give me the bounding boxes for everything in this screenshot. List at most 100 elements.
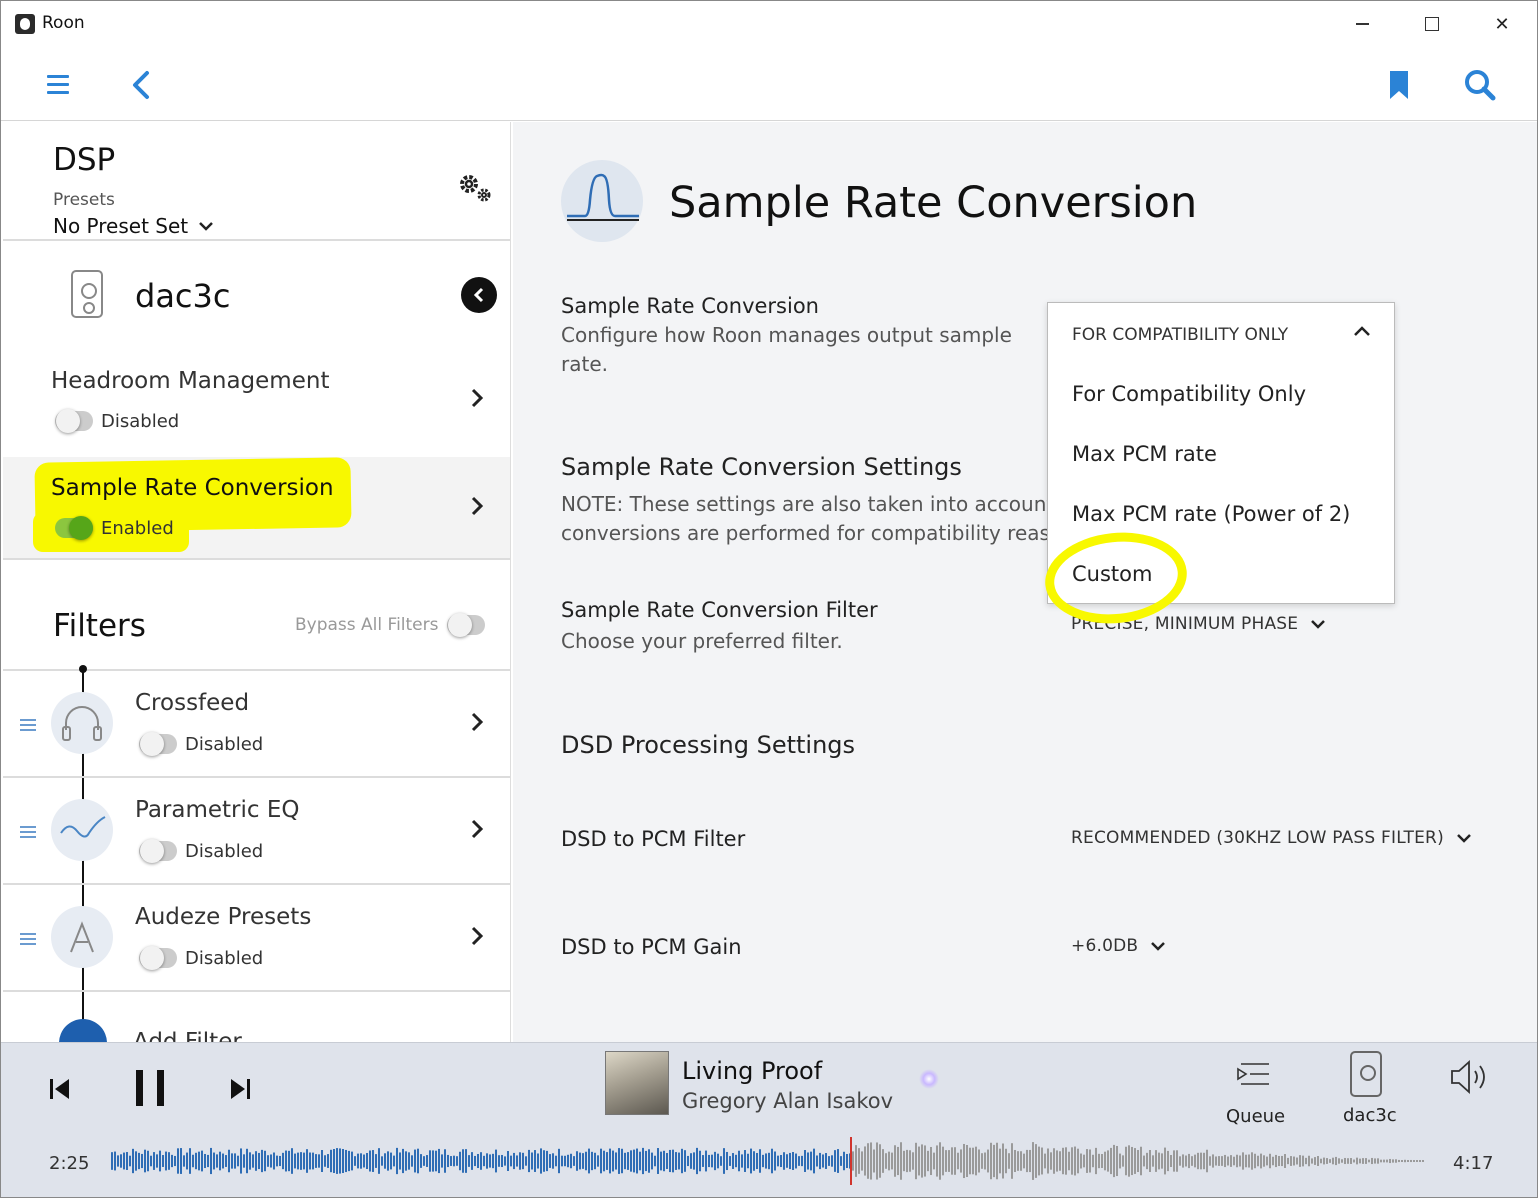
waveform-bar bbox=[912, 1152, 914, 1170]
zone-label[interactable]: dac3c bbox=[1343, 1105, 1397, 1126]
zone-collapse-button[interactable] bbox=[461, 277, 497, 313]
dropdown-option-max-pcm[interactable]: Max PCM rate bbox=[1072, 442, 1217, 466]
album-art[interactable] bbox=[605, 1051, 669, 1115]
audeze-presets-toggle[interactable] bbox=[139, 946, 177, 970]
waveform-bar bbox=[1050, 1152, 1052, 1170]
gear-icon[interactable] bbox=[455, 170, 495, 213]
waveform-bar bbox=[735, 1154, 737, 1168]
signal-path-indicator-icon[interactable] bbox=[919, 1069, 939, 1089]
waveform-bar bbox=[180, 1148, 182, 1174]
src-chevron-right-icon[interactable] bbox=[469, 494, 485, 525]
waveform-bar bbox=[294, 1153, 296, 1169]
waveform-bar bbox=[1317, 1156, 1319, 1166]
sample-rate-conversion-toggle[interactable] bbox=[55, 516, 93, 540]
waveform-bar bbox=[672, 1149, 674, 1173]
playhead[interactable] bbox=[850, 1137, 852, 1185]
audeze-presets-chevron-right-icon[interactable] bbox=[469, 924, 485, 955]
waveform-bar bbox=[510, 1155, 512, 1167]
waveform-bar bbox=[774, 1151, 776, 1171]
volume-icon[interactable] bbox=[1449, 1057, 1493, 1101]
waveform-bar bbox=[666, 1153, 668, 1169]
waveform-bar bbox=[1176, 1150, 1178, 1172]
dropdown-option-compatibility[interactable]: For Compatibility Only bbox=[1072, 382, 1306, 406]
back-arrow-icon[interactable] bbox=[123, 67, 163, 103]
waveform-bar bbox=[657, 1148, 659, 1174]
waveform-bar bbox=[1107, 1150, 1109, 1172]
waveform-bar bbox=[1242, 1152, 1244, 1170]
bypass-all-filters-toggle[interactable] bbox=[447, 613, 485, 637]
waveform-bar bbox=[348, 1150, 350, 1172]
headroom-toggle[interactable] bbox=[55, 409, 93, 433]
waveform-bar bbox=[699, 1150, 701, 1172]
waveform-bar bbox=[1011, 1143, 1013, 1179]
add-filter-label[interactable]: Add Filter bbox=[133, 1029, 242, 1042]
waveform-bar bbox=[1341, 1159, 1343, 1163]
waveform-bar bbox=[555, 1155, 557, 1167]
waveform-bar bbox=[222, 1153, 224, 1169]
drag-handle-icon[interactable] bbox=[20, 826, 36, 841]
drag-handle-icon[interactable] bbox=[20, 719, 36, 734]
track-title[interactable]: Living Proof bbox=[682, 1057, 822, 1085]
waveform-bar bbox=[600, 1148, 602, 1174]
search-icon[interactable] bbox=[1461, 67, 1501, 103]
waveform-bar bbox=[873, 1149, 875, 1173]
maximize-button[interactable] bbox=[1397, 1, 1467, 47]
waveform-bar bbox=[123, 1152, 125, 1170]
drag-handle-icon[interactable] bbox=[20, 933, 36, 948]
waveform-bar bbox=[318, 1154, 320, 1168]
waveform-bar bbox=[1350, 1158, 1352, 1164]
queue-label[interactable]: Queue bbox=[1226, 1106, 1285, 1127]
waveform-bar bbox=[288, 1150, 290, 1172]
waveform-bar bbox=[207, 1154, 209, 1168]
add-filter-button[interactable] bbox=[59, 1019, 107, 1042]
waveform-bar bbox=[240, 1148, 242, 1174]
waveform-bar bbox=[393, 1155, 395, 1167]
close-button[interactable]: ✕ bbox=[1467, 1, 1537, 47]
waveform-bar bbox=[375, 1154, 377, 1168]
waveform-bar bbox=[753, 1151, 755, 1171]
waveform-seek-bar[interactable] bbox=[111, 1137, 1431, 1185]
preset-dropdown[interactable]: No Preset Set bbox=[53, 214, 214, 238]
minimize-button[interactable] bbox=[1327, 1, 1397, 47]
waveform-bar bbox=[543, 1150, 545, 1172]
waveform-bar bbox=[351, 1151, 353, 1171]
crossfeed-toggle[interactable] bbox=[139, 732, 177, 756]
waveform-bar bbox=[327, 1154, 329, 1168]
waveform-bar bbox=[654, 1155, 656, 1167]
parametric-eq-chevron-right-icon[interactable] bbox=[469, 817, 485, 848]
chevron-up-icon[interactable] bbox=[1352, 319, 1372, 344]
dsd-filter-dropdown[interactable]: RECOMMENDED (30KHZ LOW PASS FILTER) bbox=[1071, 828, 1472, 848]
headroom-status: Disabled bbox=[101, 411, 180, 432]
bookmark-icon[interactable] bbox=[1381, 67, 1421, 103]
queue-icon[interactable] bbox=[1235, 1061, 1271, 1095]
waveform-bar bbox=[1377, 1158, 1379, 1164]
waveform-bar bbox=[1185, 1155, 1187, 1167]
divider bbox=[3, 990, 510, 992]
waveform-bar bbox=[759, 1149, 761, 1173]
parametric-eq-title: Parametric EQ bbox=[135, 797, 300, 823]
waveform-bar bbox=[1281, 1155, 1283, 1167]
next-track-icon[interactable] bbox=[229, 1076, 251, 1106]
waveform-bar bbox=[1323, 1157, 1325, 1165]
zone-speaker-icon[interactable] bbox=[1350, 1051, 1382, 1097]
dsd-gain-dropdown[interactable]: +6.0DB bbox=[1071, 936, 1166, 956]
waveform-bar bbox=[234, 1153, 236, 1169]
previous-track-icon[interactable] bbox=[49, 1076, 71, 1106]
parametric-eq-toggle[interactable] bbox=[139, 839, 177, 863]
hamburger-menu-icon[interactable] bbox=[39, 67, 79, 103]
waveform-bar bbox=[690, 1153, 692, 1169]
dropdown-option-max-pcm-power-of-2[interactable]: Max PCM rate (Power of 2) bbox=[1072, 502, 1350, 526]
track-artist[interactable]: Gregory Alan Isakov bbox=[682, 1089, 893, 1113]
waveform-bar bbox=[1362, 1158, 1364, 1164]
waveform-bar bbox=[1380, 1159, 1382, 1163]
crossfeed-chevron-right-icon[interactable] bbox=[469, 710, 485, 741]
pause-icon[interactable] bbox=[133, 1068, 167, 1112]
dropdown-selected-value[interactable]: FOR COMPATIBILITY ONLY bbox=[1072, 325, 1288, 345]
headroom-chevron-right-icon[interactable] bbox=[469, 386, 485, 417]
waveform-bar bbox=[921, 1144, 923, 1178]
waveform-bar bbox=[1344, 1157, 1346, 1165]
waveform-bar bbox=[1164, 1147, 1166, 1175]
chevron-left-icon bbox=[473, 287, 484, 303]
waveform-bar bbox=[651, 1152, 653, 1170]
waveform-bar bbox=[825, 1153, 827, 1169]
